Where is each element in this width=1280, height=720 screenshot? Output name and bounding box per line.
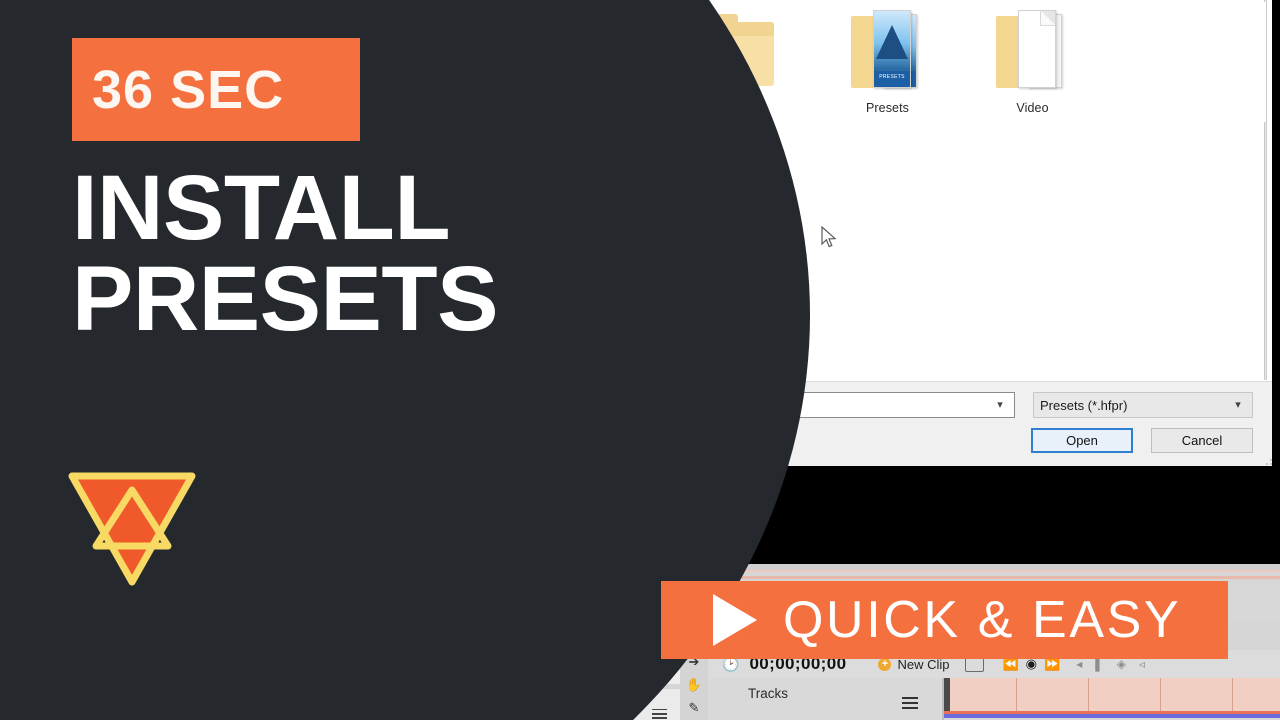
- folder-label: Presets: [865, 101, 910, 115]
- pen-tool-icon[interactable]: ✎: [689, 700, 700, 716]
- dark-circle-overlay: [0, 0, 810, 720]
- tracks-header: Tracks: [708, 678, 888, 720]
- marker-controls: ◂ ▌ ◈ ◃: [1076, 657, 1145, 671]
- chevron-down-icon[interactable]: ▾: [1230, 399, 1246, 411]
- playhead[interactable]: [944, 678, 950, 711]
- video-preview-monitor[interactable]: [733, 466, 1280, 564]
- window-right-edge: [1272, 0, 1280, 466]
- fast-forward-icon[interactable]: ⏩: [1044, 656, 1060, 672]
- timeline-header: 🕑 00;00;00;00 + New Clip ⏪ ◉ ⏩ ◂ ▌ ◈ ◃: [708, 650, 1280, 678]
- mark-out-icon[interactable]: ◃: [1139, 657, 1145, 671]
- folder-with-images-icon: EDIT PRESETS: [845, 2, 930, 97]
- file-type-filter-value: Presets (*.hfpr): [1040, 397, 1128, 413]
- hand-tool-icon[interactable]: ✋: [686, 677, 702, 693]
- new-clip-label: New Clip: [897, 656, 950, 672]
- cancel-button[interactable]: Cancel: [1151, 428, 1253, 453]
- folder-with-document-icon: [990, 2, 1075, 97]
- timeline-panel: ➔ ✋ ✎ 🕑 00;00;00;00 + New Clip ⏪ ◉ ⏩ ◂ ▌…: [680, 650, 1280, 720]
- timeline-audio-bar: [944, 714, 1280, 718]
- selection-tool-icon[interactable]: ➔: [689, 654, 700, 670]
- mark-split-icon[interactable]: ◈: [1117, 657, 1126, 671]
- snapshot-icon[interactable]: [965, 656, 985, 672]
- folder-item-video[interactable]: Video: [990, 2, 1075, 115]
- clock-icon: 🕑: [722, 655, 740, 672]
- tracks-menu-icon[interactable]: [902, 694, 918, 712]
- mark-icon[interactable]: ▌: [1095, 657, 1104, 671]
- chevron-down-icon[interactable]: ▾: [992, 399, 1008, 411]
- timeline-ruler[interactable]: [944, 678, 1280, 711]
- effects-options-icon[interactable]: [652, 706, 667, 720]
- transport-controls: ⏪ ◉ ⏩: [1002, 656, 1060, 672]
- timecode-display[interactable]: 00;00;00;00: [749, 654, 846, 674]
- thumbnail-canvas: Captures EDIT: [0, 0, 1280, 720]
- rewind-icon[interactable]: ⏪: [1002, 656, 1018, 672]
- record-icon[interactable]: ◉: [1026, 656, 1037, 672]
- mark-in-icon[interactable]: ◂: [1076, 657, 1082, 671]
- new-clip-button[interactable]: + New Clip: [878, 657, 949, 672]
- file-type-filter-dropdown[interactable]: Presets (*.hfpr) ▾: [1033, 392, 1253, 418]
- open-button[interactable]: Open: [1031, 428, 1133, 453]
- tracks-label: Tracks: [748, 686, 788, 701]
- mouse-cursor: [820, 225, 838, 250]
- plus-icon: +: [878, 657, 892, 671]
- folder-item-presets[interactable]: EDIT PRESETS Presets: [845, 2, 930, 115]
- folder-label: Video: [1016, 101, 1049, 115]
